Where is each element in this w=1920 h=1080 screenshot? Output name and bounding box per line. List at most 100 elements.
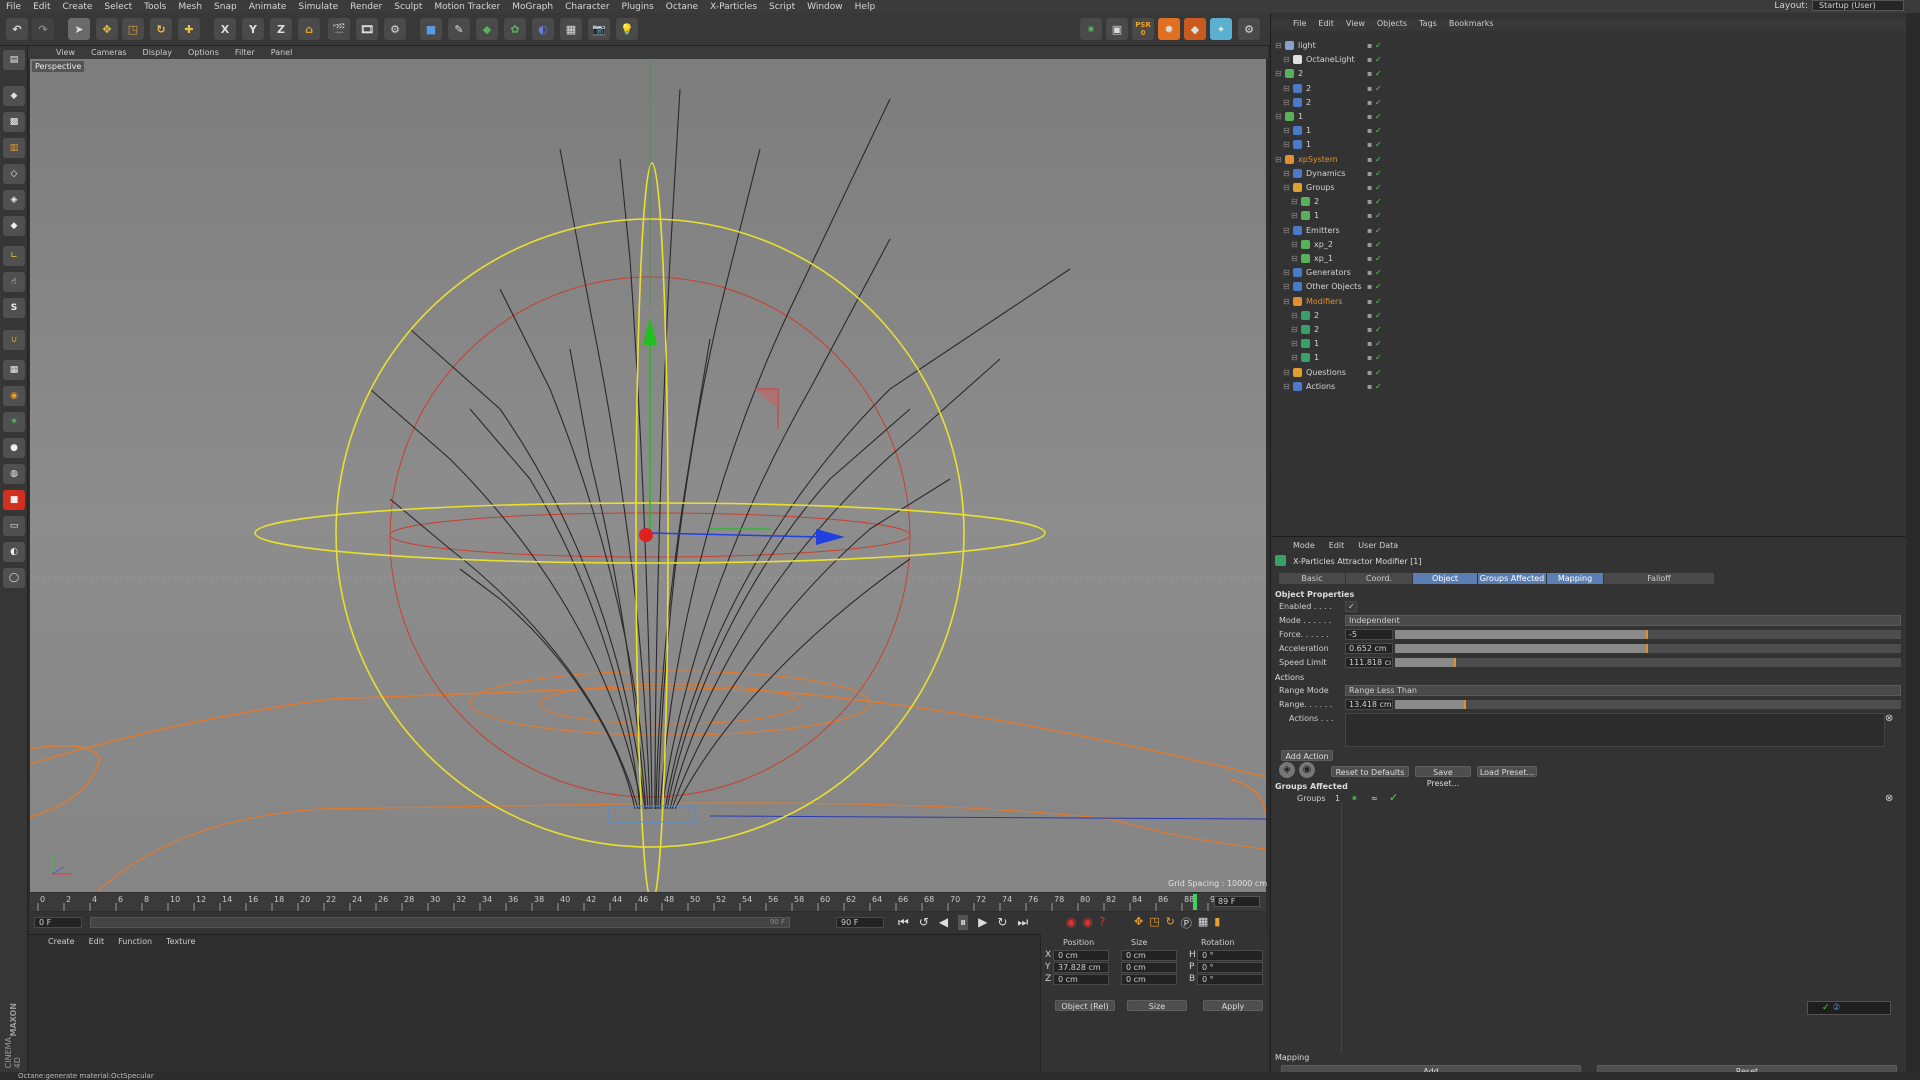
object-name[interactable]: 1 — [1306, 124, 1311, 138]
move-tool-icon[interactable]: ✥ — [96, 18, 118, 40]
expand-toggle-icon[interactable]: ⊟ — [1283, 167, 1290, 181]
load-preset-button[interactable]: Load Preset... — [1477, 766, 1537, 777]
object-name[interactable]: 1 — [1314, 337, 1319, 351]
viewport-menu-item[interactable]: Options — [180, 48, 227, 57]
rotation-input[interactable]: 0 ° — [1197, 950, 1263, 961]
object-name[interactable]: xp_2 — [1314, 238, 1333, 252]
current-frame-field[interactable]: 89 F — [1214, 896, 1260, 907]
expand-toggle-icon[interactable]: ⊟ — [1283, 124, 1290, 138]
key-rotation-icon[interactable]: ↻ — [1166, 915, 1175, 931]
attribute-menu-item[interactable]: User Data — [1358, 541, 1398, 553]
camera-icon[interactable]: 📷 — [588, 18, 610, 40]
object-row[interactable]: ⊟ Groups ▪ ✓ — [1271, 181, 1907, 195]
x-axis-lock-button[interactable]: X — [214, 18, 236, 40]
object-row[interactable]: ⊟ xp_1 ▪ ✓ — [1271, 252, 1907, 266]
object-row[interactable]: ⊟ Generators ▪ ✓ — [1271, 266, 1907, 280]
viewport-solo-icon[interactable]: ▤ — [3, 50, 25, 70]
preset-icon-2[interactable]: ◉ — [1299, 762, 1315, 778]
acceleration-slider[interactable] — [1395, 644, 1901, 653]
goto-end-icon[interactable]: ⏭ — [1017, 915, 1028, 930]
object-row[interactable]: ⊟ 2 ▪ ✓ — [1271, 67, 1907, 81]
goto-start-icon[interactable]: ⏮ — [898, 915, 909, 930]
visibility-flags[interactable]: ▪ ✓ — [1367, 266, 1382, 280]
octane-environment-icon[interactable]: ◯ — [3, 568, 25, 588]
range-mode-dropdown[interactable]: Range Less Than — [1345, 685, 1901, 696]
layout-selector[interactable]: Layout: Startup (User) — [1774, 0, 1904, 11]
deformer-icon[interactable]: ◐ — [532, 18, 554, 40]
menu-item[interactable]: Motion Tracker — [428, 2, 506, 12]
visibility-flags[interactable]: ▪ ✓ — [1367, 138, 1382, 152]
y-axis-lock-button[interactable]: Y — [242, 18, 264, 40]
expand-toggle-icon[interactable]: ⊟ — [1291, 252, 1298, 266]
menu-item[interactable]: Simulate — [292, 2, 344, 12]
object-menu-item[interactable]: Tags — [1419, 19, 1437, 31]
tab-object[interactable]: Object — [1413, 573, 1477, 584]
expand-toggle-icon[interactable]: ⊟ — [1291, 309, 1298, 323]
expand-toggle-icon[interactable]: ⊟ — [1291, 337, 1298, 351]
viewport-perspective[interactable] — [30, 59, 1266, 892]
object-row[interactable]: ⊟ Emitters ▪ ✓ — [1271, 224, 1907, 238]
object-row[interactable]: ⊟ 2 ▪ ✓ — [1271, 82, 1907, 96]
octane-icon[interactable]: ✹ — [1158, 18, 1180, 40]
object-row[interactable]: ⊟ xpSystem ▪ ✓ — [1271, 153, 1907, 167]
visibility-flags[interactable]: ▪ ✓ — [1367, 323, 1382, 337]
object-menu-item[interactable]: View — [1346, 19, 1365, 31]
visibility-flags[interactable]: ▪ ✓ — [1367, 82, 1382, 96]
object-row[interactable]: ⊟ 1 ▪ ✓ — [1271, 337, 1907, 351]
coord-mode-dropdown[interactable]: Object (Rel) — [1055, 1000, 1115, 1011]
object-name[interactable]: Groups — [1306, 181, 1335, 195]
visibility-flags[interactable]: ▪ ✓ — [1367, 280, 1382, 294]
expand-toggle-icon[interactable]: ⊟ — [1283, 280, 1290, 294]
object-name[interactable]: 2 — [1314, 323, 1319, 337]
object-name[interactable]: xp_1 — [1314, 252, 1333, 266]
planar-workplane-icon[interactable]: ◉ — [3, 386, 25, 406]
render-picture-viewer-icon[interactable]: 🎞 — [356, 18, 378, 40]
rotation-input[interactable]: 0 ° — [1197, 962, 1263, 973]
size-input[interactable]: 0 cm — [1121, 950, 1177, 961]
visibility-flags[interactable]: ▪ ✓ — [1367, 238, 1382, 252]
visibility-flags[interactable]: ▪ ✓ — [1367, 39, 1382, 53]
expand-toggle-icon[interactable]: ⊟ — [1275, 39, 1282, 53]
expand-toggle-icon[interactable]: ⊟ — [1275, 67, 1282, 81]
polygons-mode-icon[interactable]: ◆ — [3, 216, 25, 236]
octane-daylight-icon[interactable]: ◐ — [3, 542, 25, 562]
render-view-icon[interactable]: 🎬 — [328, 18, 350, 40]
expand-toggle-icon[interactable]: ⊟ — [1283, 82, 1290, 96]
expand-toggle-icon[interactable]: ⊟ — [1283, 380, 1290, 394]
pen-icon[interactable]: ✎ — [448, 18, 470, 40]
snap-icon[interactable]: S — [3, 298, 25, 318]
menu-item[interactable]: Script — [763, 2, 801, 12]
object-row[interactable]: ⊟ Other Objects ▪ ✓ — [1271, 280, 1907, 294]
object-row[interactable]: ⊟ 1 ▪ ✓ — [1271, 138, 1907, 152]
material-menu-item[interactable]: Create — [48, 937, 75, 946]
workplane-icon[interactable]: ▥ — [3, 138, 25, 158]
tab-groups-affected[interactable]: Groups Affected — [1478, 573, 1546, 584]
save-preset-button[interactable]: Save Preset... — [1415, 766, 1471, 788]
position-input[interactable]: 0 cm — [1053, 974, 1109, 985]
object-row[interactable]: ⊟ 2 ▪ ✓ — [1271, 96, 1907, 110]
object-name[interactable]: 2 — [1314, 195, 1319, 209]
start-frame-field[interactable]: 0 F — [34, 917, 82, 928]
object-name[interactable]: 2 — [1314, 309, 1319, 323]
octane-live-viewer-icon[interactable]: ✦ — [1210, 18, 1232, 40]
next-key-icon[interactable]: ↻ — [997, 915, 1007, 930]
visibility-flags[interactable]: ▪ ✓ — [1367, 124, 1382, 138]
object-row[interactable]: ⊟ Questions ▪ ✓ — [1271, 366, 1907, 380]
range-input[interactable]: 13.418 cm — [1345, 699, 1393, 710]
expand-toggle-icon[interactable]: ⊟ — [1291, 195, 1298, 209]
menu-item[interactable]: Sculpt — [388, 2, 428, 12]
redo-icon[interactable]: ↷ — [32, 18, 54, 40]
menu-item[interactable]: Mesh — [172, 2, 208, 12]
object-name[interactable]: Emitters — [1306, 224, 1340, 238]
texture-mode-icon[interactable]: ▩ — [3, 112, 25, 132]
menu-item[interactable]: Plugins — [616, 2, 660, 12]
menu-item[interactable]: Window — [801, 2, 849, 12]
groups-list[interactable] — [1341, 803, 1881, 1053]
menu-item[interactable]: Character — [559, 2, 615, 12]
material-menu-item[interactable]: Edit — [89, 937, 105, 946]
viewport-menu-item[interactable]: Filter — [227, 48, 263, 57]
object-name[interactable]: Generators — [1306, 266, 1351, 280]
visibility-flags[interactable]: ▪ ✓ — [1367, 96, 1382, 110]
axis-mode-icon[interactable]: ∟ — [3, 246, 25, 266]
light-icon[interactable]: 💡 — [616, 18, 638, 40]
